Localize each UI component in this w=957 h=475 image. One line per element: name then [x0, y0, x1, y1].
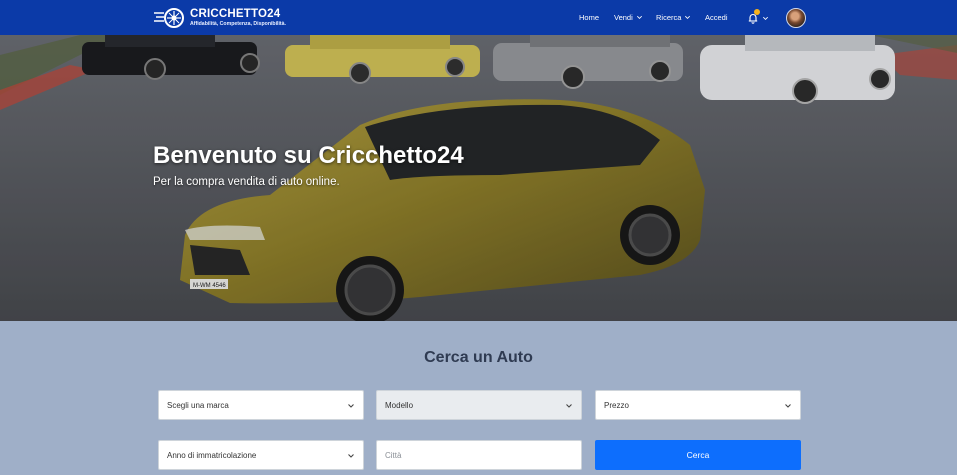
model-select-value: Modello — [385, 400, 414, 410]
nav-ricerca-label[interactable]: Ricerca — [656, 13, 681, 22]
chevron-down-icon — [636, 15, 642, 19]
notification-badge — [754, 9, 760, 15]
chevron-down-icon — [785, 404, 791, 408]
price-select[interactable]: Prezzo — [595, 390, 801, 420]
hero-title: Benvenuto su Cricchetto24 — [153, 142, 464, 169]
chevron-down-icon — [348, 404, 354, 408]
hero-banner: M-WM 4546 Benvenuto su Cricchetto24 Per … — [0, 35, 957, 321]
nav-home[interactable]: Home — [579, 0, 599, 35]
chevron-down-icon — [348, 454, 354, 458]
nav-ricerca-dropdown[interactable]: Ricerca — [656, 0, 691, 35]
search-title: Cerca un Auto — [424, 349, 533, 366]
search-button[interactable]: Cerca — [595, 440, 801, 470]
hero-subtitle: Per la compra vendita di auto online. — [153, 176, 340, 188]
model-select[interactable]: Modello — [376, 390, 582, 420]
brand-select[interactable]: Scegli una marca — [158, 390, 364, 420]
price-select-value: Prezzo — [604, 400, 629, 410]
chevron-down-icon — [566, 404, 572, 408]
wheel-logo-icon — [153, 7, 185, 29]
chevron-down-icon — [763, 16, 768, 20]
search-section: Cerca un Auto Scegli una marca Modello P… — [0, 321, 957, 475]
nav-accedi-label[interactable]: Accedi — [705, 13, 728, 22]
user-avatar[interactable] — [786, 8, 806, 28]
nav-accedi[interactable]: Accedi — [705, 0, 728, 35]
navbar: CRICCHETTO24 Affidabilità, Competenza, D… — [0, 0, 957, 35]
hero-cars-image: M-WM 4546 — [0, 35, 957, 321]
brand-logo-link[interactable]: CRICCHETTO24 Affidabilità, Competenza, D… — [153, 5, 286, 31]
nav-home-label[interactable]: Home — [579, 13, 599, 22]
nav-vendi-dropdown[interactable]: Vendi — [614, 0, 643, 35]
nav-vendi-label[interactable]: Vendi — [614, 13, 633, 22]
brand-tagline: Affidabilità, Competenza, Disponibilità. — [190, 21, 286, 28]
city-input[interactable] — [385, 450, 581, 460]
brand-select-value: Scegli una marca — [167, 400, 229, 410]
brand-title: CRICCHETTO24 — [190, 7, 281, 20]
year-select[interactable]: Anno di immatricolazione — [158, 440, 364, 470]
year-select-value: Anno di immatricolazione — [167, 450, 257, 460]
chevron-down-icon — [685, 15, 691, 19]
notifications-dropdown[interactable] — [746, 9, 772, 27]
city-field[interactable] — [376, 440, 582, 470]
